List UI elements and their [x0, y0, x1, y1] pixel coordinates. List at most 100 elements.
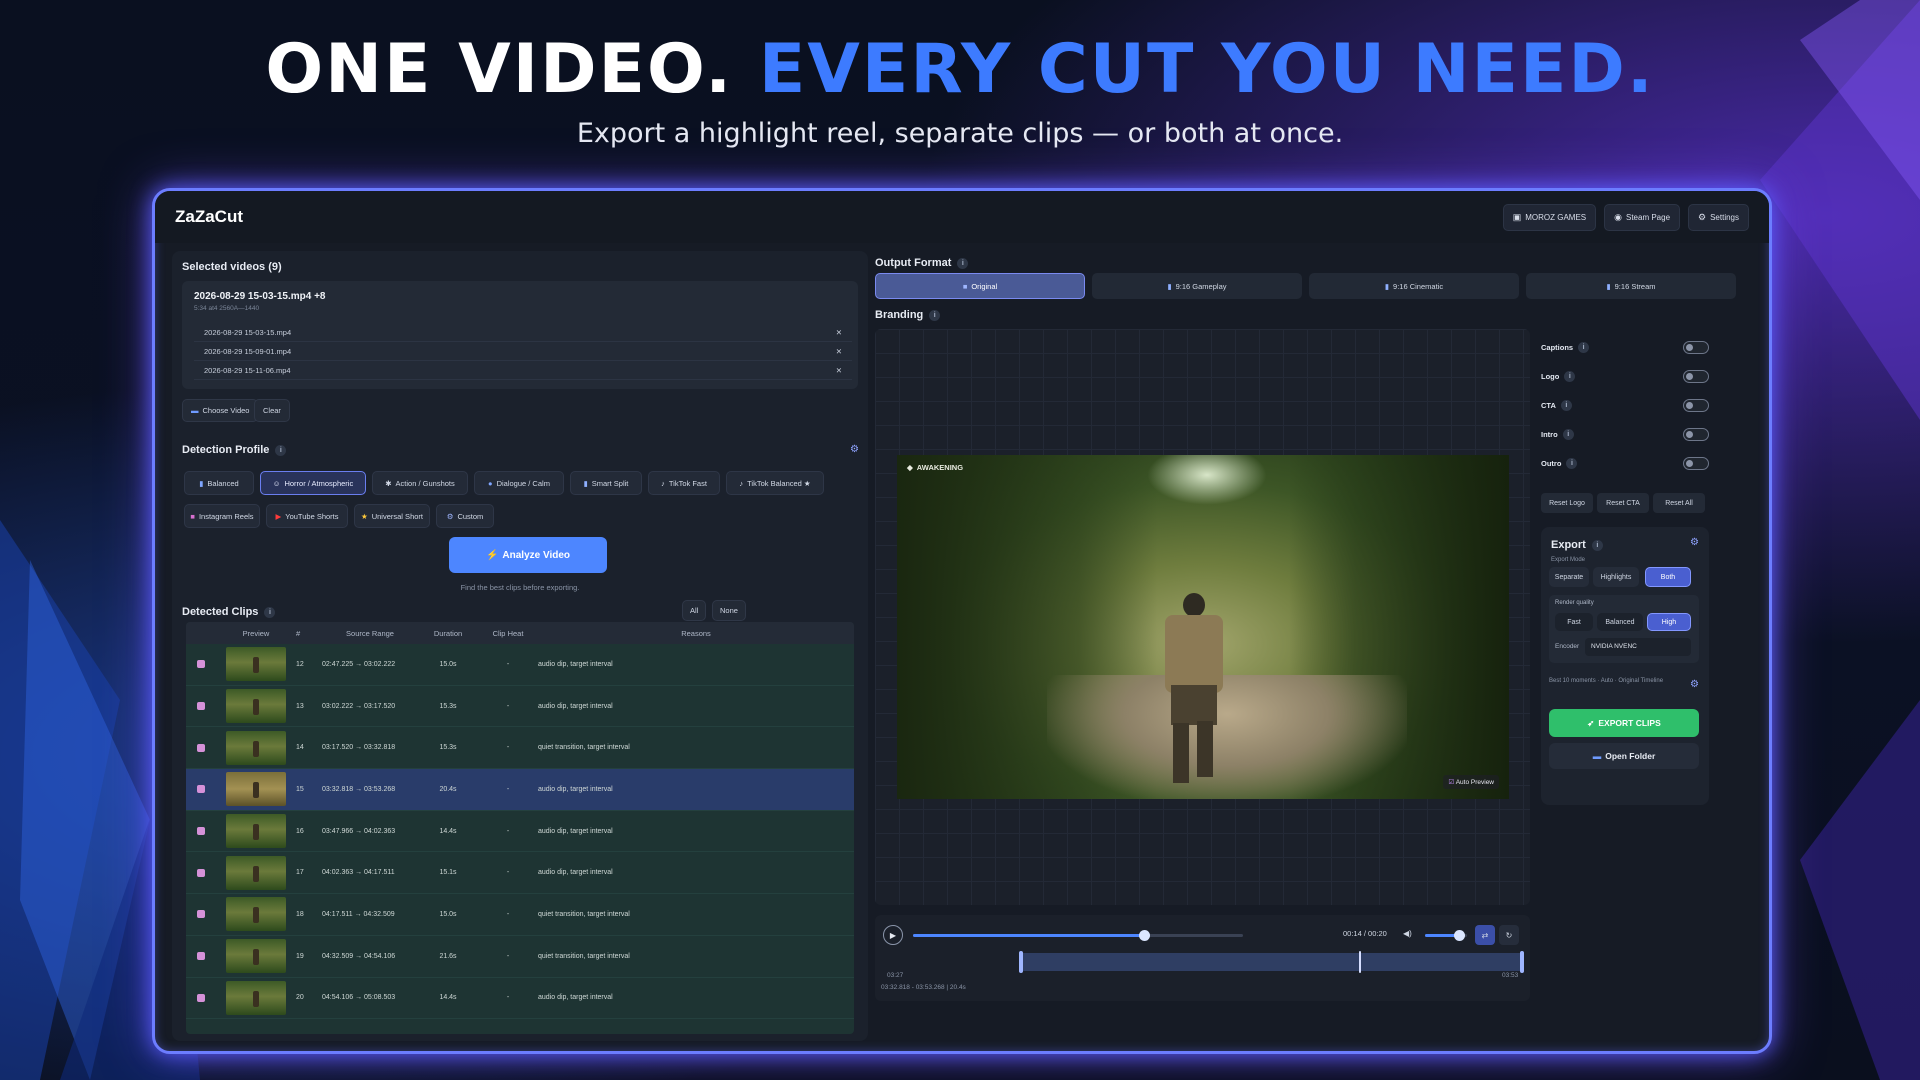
clip-thumbnail[interactable] [226, 897, 286, 932]
table-row[interactable]: 17 04:02.363 → 04:17.511 15.1s - audio dip, … [186, 852, 854, 895]
select-all-button[interactable]: All [682, 600, 707, 621]
mode-separate[interactable]: Separate [1549, 567, 1589, 587]
profile-custom[interactable]: ⚙ Custom [436, 504, 494, 528]
mode-highlights[interactable]: Highlights [1593, 567, 1639, 587]
reset-view-button[interactable]: ↻ [1499, 925, 1519, 945]
detection-settings-icon[interactable]: ⚙ [850, 444, 859, 455]
format-stream[interactable]: ▮ 9:16 Stream [1526, 273, 1736, 299]
logo-toggle[interactable] [1683, 369, 1709, 383]
info-icon[interactable]: i [1560, 399, 1572, 411]
profile-instagram-reels[interactable]: ■ Instagram Reels [184, 504, 260, 528]
reset-logo-button[interactable]: Reset Logo [1541, 493, 1593, 513]
info-icon[interactable]: i [1578, 341, 1590, 353]
outro-toggle[interactable] [1683, 456, 1709, 470]
quality-high[interactable]: High [1647, 613, 1691, 631]
info-icon[interactable]: i [1591, 539, 1603, 551]
format-gameplay[interactable]: ▮ 9:16 Gameplay [1092, 273, 1302, 299]
clip-thumbnail[interactable] [226, 855, 286, 890]
clip-thumbnail[interactable] [226, 980, 286, 1015]
remove-icon[interactable]: ✕ [836, 366, 842, 375]
row-checkbox[interactable] [197, 827, 205, 836]
export-settings-icon[interactable]: ⚙ [1690, 537, 1699, 548]
choose-video-button[interactable]: ▬ Choose Video [182, 399, 259, 422]
steam-page-button[interactable]: ◉ Steam Page [1604, 203, 1681, 231]
clip-thumbnail[interactable] [226, 689, 286, 724]
clip-thumbnail[interactable] [226, 939, 286, 974]
profile-balanced[interactable]: ▮ Balanced [184, 471, 254, 495]
table-row[interactable]: 18 04:17.511 → 04:32.509 15.0s - quiet trans… [186, 894, 854, 936]
row-checkbox[interactable] [197, 868, 205, 877]
trim-start-handle[interactable] [1019, 951, 1023, 973]
cta-toggle[interactable] [1683, 398, 1709, 412]
list-item[interactable]: 2026-08-29 15-03-15.mp4 ✕ [194, 323, 852, 342]
moroz-games-button[interactable]: ▣ MOROZ GAMES [1502, 203, 1597, 231]
info-icon[interactable]: i [264, 606, 276, 618]
volume-icon[interactable]: ◀) [1403, 929, 1412, 938]
clip-thumbnail[interactable] [226, 730, 286, 765]
clip-thumbnail[interactable] [226, 647, 286, 682]
trim-end-handle[interactable] [1520, 951, 1524, 973]
play-button[interactable]: ▶ [883, 925, 903, 945]
table-row[interactable]: 20 04:54.106 → 05:08.503 14.4s - audio dip, … [186, 978, 854, 1020]
reset-cta-button[interactable]: Reset CTA [1597, 493, 1649, 513]
auto-preview-toggle[interactable]: ☑ Auto Preview [1443, 775, 1499, 789]
row-checkbox[interactable] [197, 743, 205, 752]
table-row[interactable]: 14 03:17.520 → 03:32.818 15.3s - quiet trans… [186, 727, 854, 770]
captions-toggle[interactable] [1683, 340, 1709, 354]
encoder-select[interactable]: NVIDIA NVENC [1585, 638, 1691, 656]
profile-tiktok-balanced[interactable]: ♪ TikTok Balanced ★ [726, 471, 824, 495]
volume-handle[interactable] [1453, 930, 1465, 941]
table-row[interactable]: 12 02:47.225 → 03:02.222 15.0s - audio dip, … [186, 644, 854, 686]
volume-slider[interactable] [1425, 930, 1467, 941]
row-checkbox[interactable] [197, 702, 205, 711]
clip-thumbnail[interactable] [226, 814, 286, 849]
trim-range[interactable] [1019, 951, 1524, 973]
settings-button[interactable]: ⚙ Settings [1688, 203, 1749, 231]
table-row[interactable]: 13 03:02.222 → 03:17.520 15.3s - audio dip, … [186, 686, 854, 728]
table-row[interactable]: 16 03:47.966 → 04:02.363 14.4s - audio dip, … [186, 811, 854, 853]
open-folder-button[interactable]: ▬ Open Folder [1549, 743, 1699, 769]
row-checkbox[interactable] [197, 785, 205, 794]
list-item[interactable]: 2026-08-29 15-11-06.mp4 ✕ [194, 361, 852, 380]
row-checkbox[interactable] [197, 660, 205, 669]
summary-settings-icon[interactable]: ⚙ [1690, 679, 1699, 690]
intro-toggle[interactable] [1683, 427, 1709, 441]
info-icon[interactable]: i [957, 257, 969, 269]
video-file-list[interactable]: 2026-08-29 15-03-15.mp4 ✕ 2026-08-29 15-0… [194, 323, 852, 383]
seek-handle[interactable] [1139, 930, 1150, 941]
info-icon[interactable]: i [1562, 428, 1574, 440]
seek-bar[interactable] [913, 930, 1243, 941]
format-cinematic[interactable]: ▮ 9:16 Cinematic [1309, 273, 1519, 299]
analyze-video-button[interactable]: ⚡ Analyze Video [449, 537, 607, 573]
profile-horror[interactable]: ☺ Horror / Atmospheric [260, 471, 366, 495]
profile-dialogue[interactable]: ● Dialogue / Calm [474, 471, 564, 495]
list-item[interactable]: 2026-08-29 15-09-01.mp4 ✕ [194, 342, 852, 361]
row-checkbox[interactable] [197, 910, 205, 919]
format-original[interactable]: ■ Original [875, 273, 1085, 299]
table-row[interactable]: 15 03:32.818 → 03:53.268 20.4s - audio dip, … [186, 769, 854, 811]
info-icon[interactable]: i [275, 444, 287, 456]
trim-playhead[interactable] [1359, 951, 1361, 973]
profile-universal-short[interactable]: ★ Universal Short [354, 504, 430, 528]
row-checkbox[interactable] [197, 952, 205, 961]
select-none-button[interactable]: None [712, 600, 746, 621]
quality-balanced[interactable]: Balanced [1597, 613, 1643, 631]
export-clips-button[interactable]: ➶ EXPORT CLIPS [1549, 709, 1699, 737]
clip-thumbnail[interactable] [226, 772, 286, 807]
mode-both[interactable]: Both [1645, 567, 1691, 587]
info-icon[interactable]: i [1566, 457, 1578, 469]
row-checkbox[interactable] [197, 993, 205, 1002]
video-preview[interactable]: ◆ AWAKENING ☑ Auto Preview [897, 455, 1509, 799]
profile-tiktok-fast[interactable]: ♪ TikTok Fast [648, 471, 720, 495]
info-icon[interactable]: i [1564, 370, 1576, 382]
loop-button[interactable]: ⇄ [1475, 925, 1495, 945]
reset-all-button[interactable]: Reset All [1653, 493, 1705, 513]
remove-icon[interactable]: ✕ [836, 328, 842, 337]
remove-icon[interactable]: ✕ [836, 347, 842, 356]
profile-youtube-shorts[interactable]: ▶ YouTube Shorts [266, 504, 348, 528]
profile-action[interactable]: ✱ Action / Gunshots [372, 471, 468, 495]
clear-button[interactable]: Clear [254, 399, 290, 422]
profile-smart-split[interactable]: ▮ Smart Split [570, 471, 642, 495]
quality-fast[interactable]: Fast [1555, 613, 1593, 631]
info-icon[interactable]: i [929, 309, 941, 321]
